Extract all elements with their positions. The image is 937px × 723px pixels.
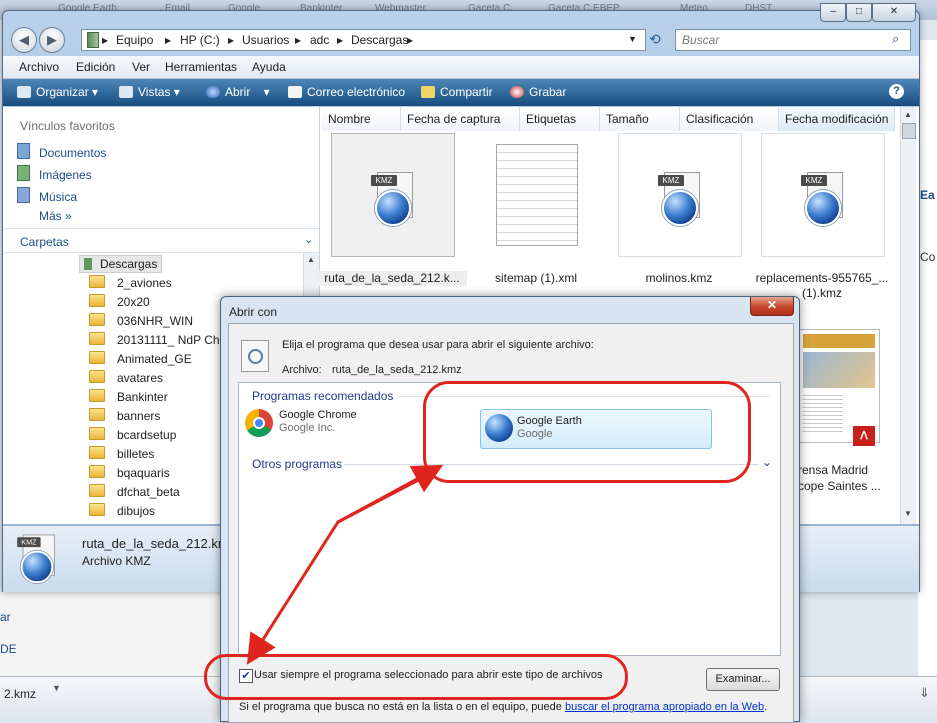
arrow-line	[246, 472, 431, 665]
annotation-arrow	[246, 464, 444, 665]
arrow-line-up	[337, 464, 444, 524]
